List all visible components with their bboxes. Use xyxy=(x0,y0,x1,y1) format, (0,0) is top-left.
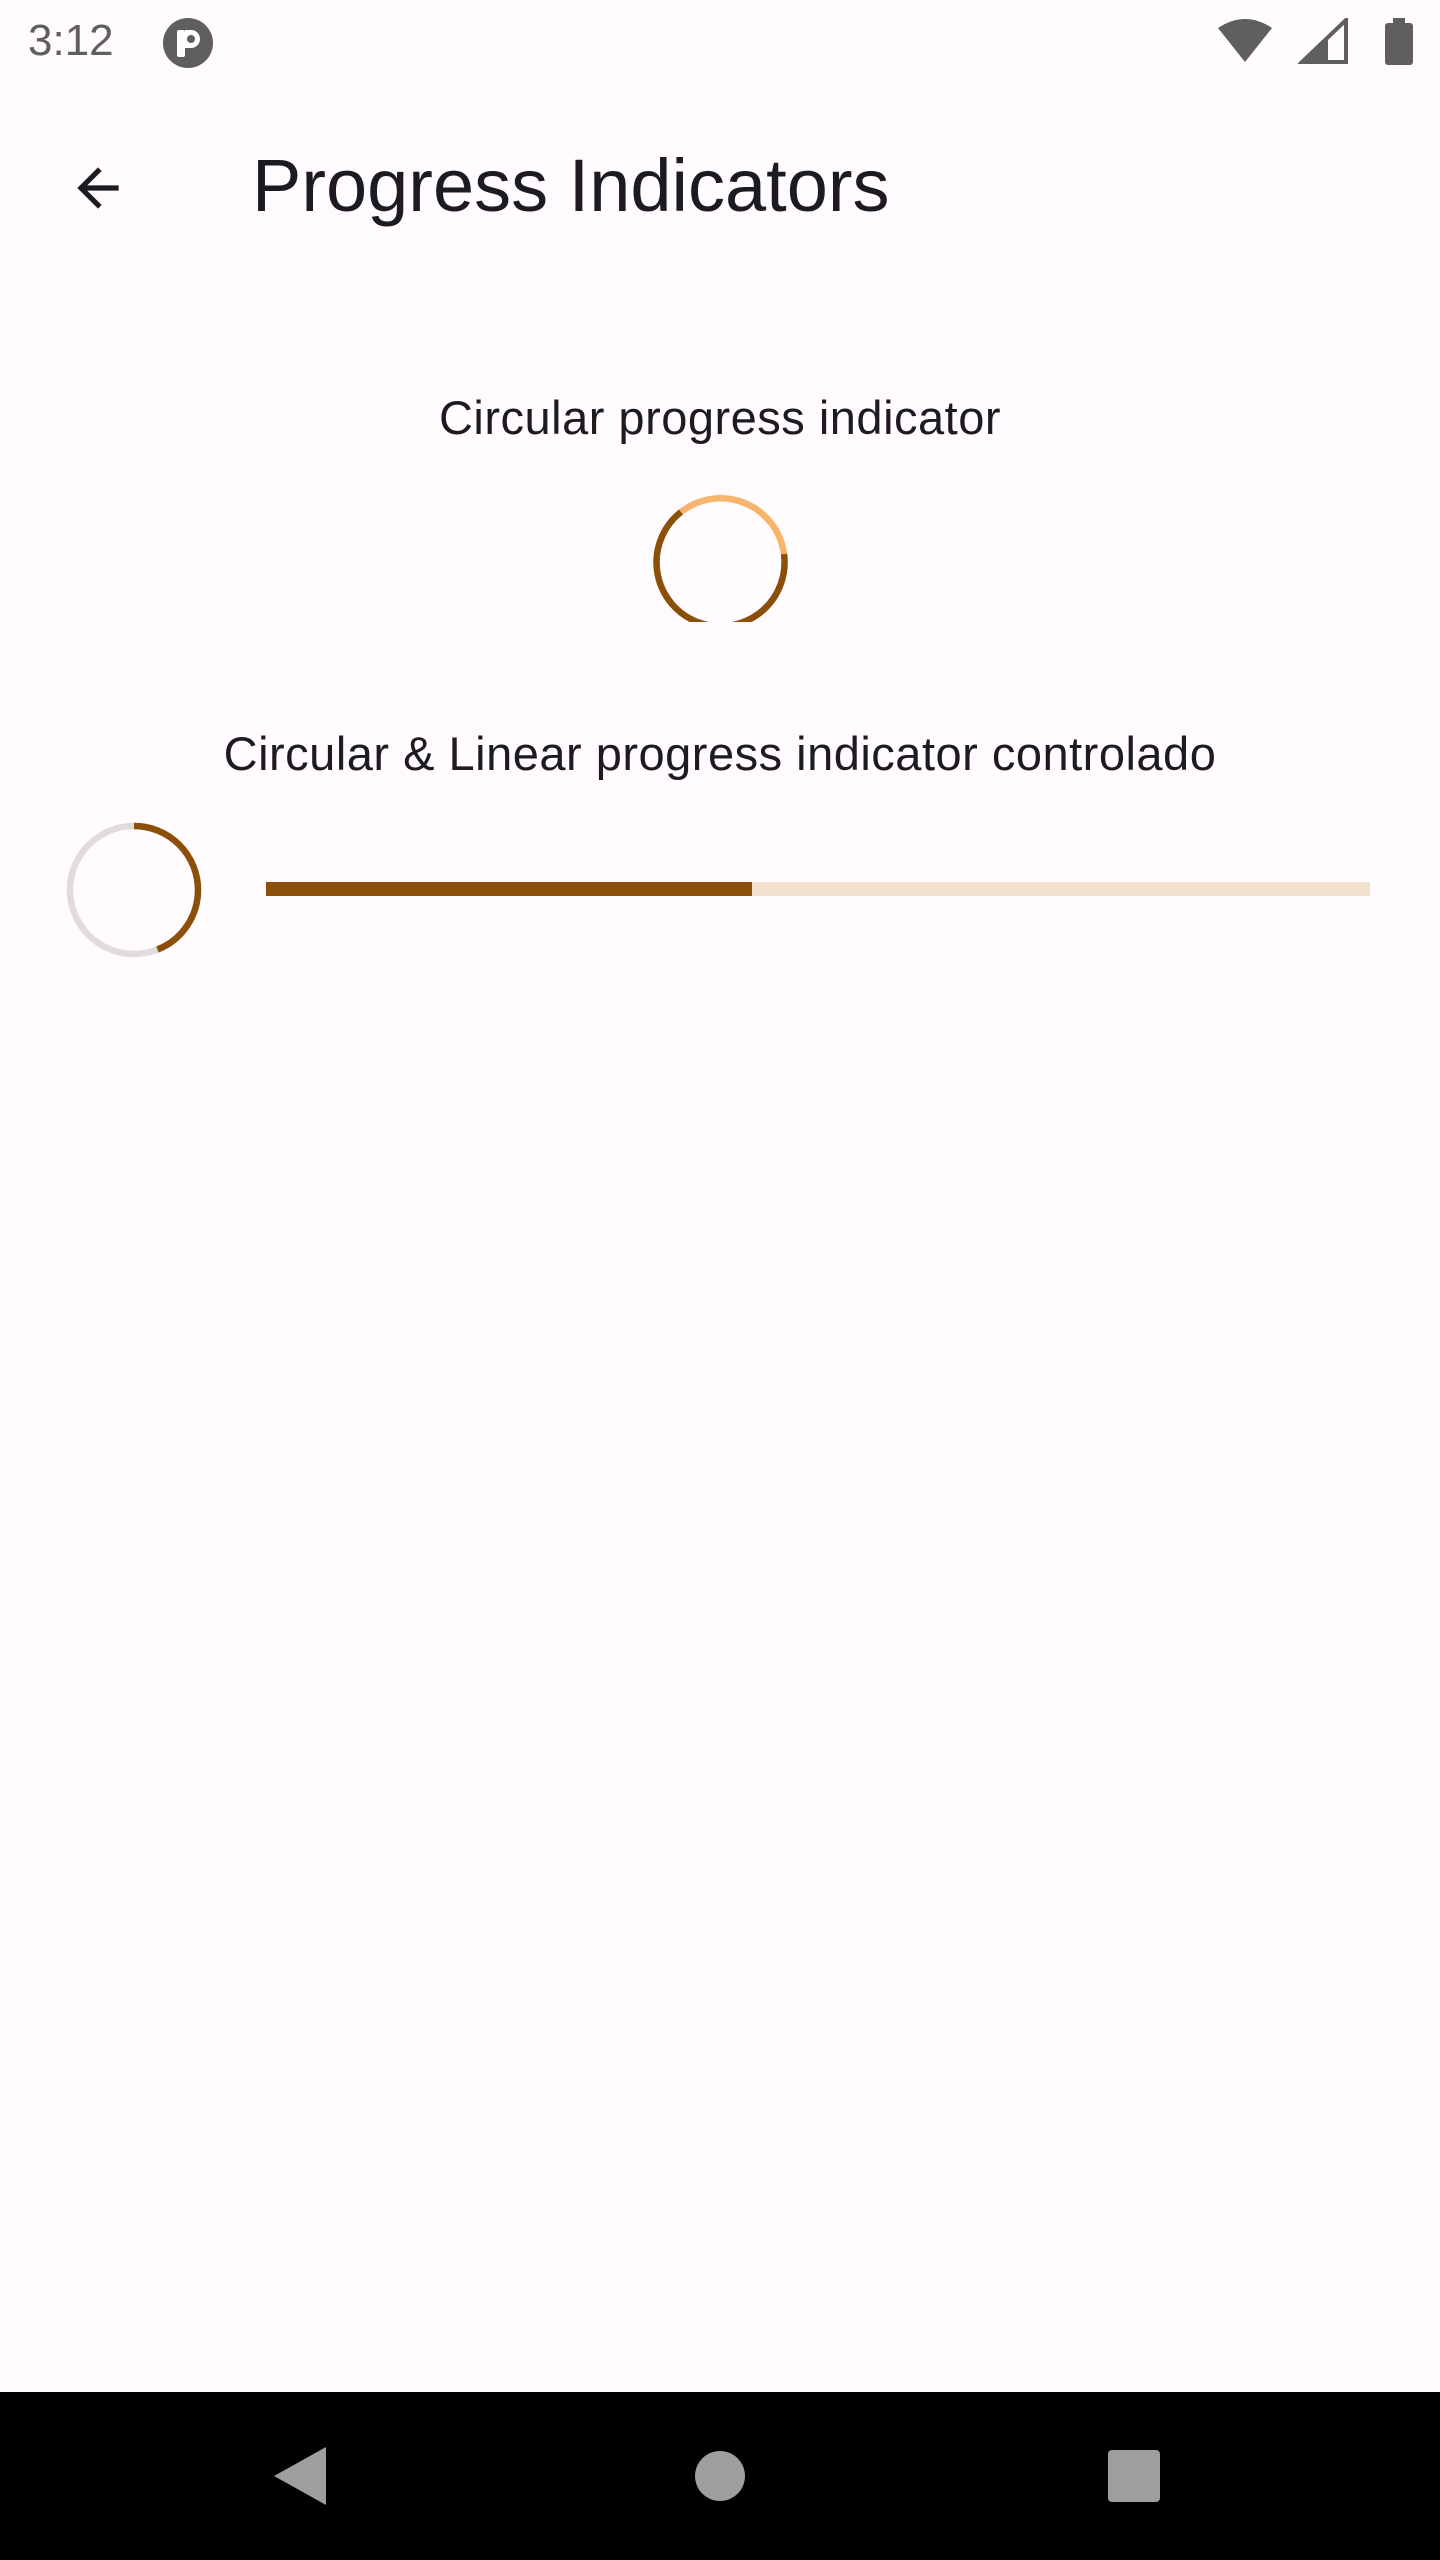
app-bar: Progress Indicators xyxy=(0,84,1440,274)
circular-indicator-label: Circular progress indicator xyxy=(438,391,1002,444)
nav-back-button[interactable] xyxy=(250,2426,350,2526)
nav-back-icon xyxy=(274,2447,326,2505)
page-title: Progress Indicators xyxy=(252,144,890,227)
signal-icon xyxy=(1298,18,1348,64)
spinner-arc-light xyxy=(678,495,788,555)
navigation-bar xyxy=(0,2392,1440,2560)
status-time: 3:12 xyxy=(28,16,114,65)
notification-app-icon xyxy=(163,18,213,68)
nav-home-button[interactable] xyxy=(670,2426,770,2526)
controlled-indicator-label: Circular & Linear progress indicator con… xyxy=(223,727,1217,780)
controlled-circular-progress xyxy=(66,822,202,958)
spinner-arc-dark xyxy=(653,509,788,622)
indeterminate-circular-progress xyxy=(653,495,788,622)
back-button[interactable] xyxy=(48,138,148,238)
wifi-icon xyxy=(1218,19,1272,62)
battery-icon xyxy=(1385,18,1413,65)
nav-recents-icon xyxy=(1108,2450,1160,2502)
linear-progress-track xyxy=(266,882,1370,896)
status-bar: 3:12 xyxy=(0,0,1440,84)
nav-recents-button[interactable] xyxy=(1084,2426,1184,2526)
arrow-back-icon xyxy=(77,167,119,209)
linear-progress-fill xyxy=(266,882,752,896)
nav-home-icon xyxy=(695,2451,745,2501)
